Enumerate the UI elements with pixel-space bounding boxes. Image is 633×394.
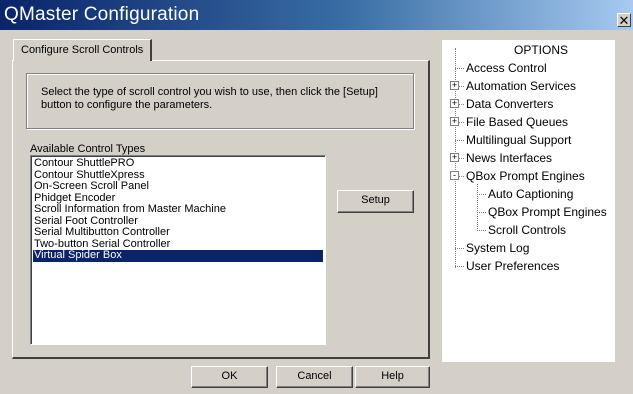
tree-item-label: Scroll Controls (488, 223, 567, 237)
tree-connector (477, 212, 486, 213)
expand-icon[interactable]: + (450, 99, 459, 108)
tree-item-label: QBox Prompt Engines (488, 205, 607, 219)
tree-item[interactable]: + Data Converters (442, 95, 615, 113)
expand-icon[interactable]: + (450, 81, 459, 90)
tree-item[interactable]: QBox Prompt Engines (442, 203, 615, 221)
expand-icon[interactable]: + (450, 117, 459, 126)
collapse-icon[interactable]: - (450, 171, 459, 180)
options-header: OPTIONS (514, 43, 569, 57)
tree-connector (455, 248, 464, 249)
cancel-button[interactable]: Cancel (276, 366, 353, 388)
tree-item[interactable]: Auto Captioning (442, 185, 615, 203)
tree-connector (455, 266, 464, 267)
help-button[interactable]: Help (355, 366, 430, 388)
list-label: Available Control Types (30, 143, 146, 155)
options-tree[interactable]: OPTIONS Access Control + Automation Servic… (442, 40, 615, 362)
tree-item[interactable]: Scroll Controls (442, 221, 615, 239)
instructions-box: Select the type of scroll control you wi… (26, 73, 414, 129)
title-bar[interactable]: QMaster Configuration ✕ (0, 0, 633, 30)
list-item[interactable]: Scroll Information from Master Machine (33, 203, 323, 216)
close-icon: ✕ (618, 13, 630, 28)
tree-item[interactable]: Multilingual Support (442, 131, 615, 149)
list-item[interactable]: Contour ShuttlePRO (33, 157, 323, 170)
tree-item[interactable]: - QBox Prompt Engines (442, 167, 615, 185)
tree-item-label: Multilingual Support (466, 133, 572, 147)
close-button[interactable]: ✕ (617, 13, 631, 27)
tree-item-label: System Log (466, 241, 530, 255)
tree-item-label: Auto Captioning (488, 187, 574, 201)
tree-item-label: Access Control (466, 61, 547, 75)
tree-connector (477, 194, 486, 195)
tree-item-label: Automation Services (466, 79, 577, 93)
tree-item[interactable]: User Preferences (442, 257, 615, 275)
list-item[interactable]: Serial Multibutton Controller (33, 226, 323, 239)
ok-button[interactable]: OK (191, 366, 268, 388)
tree-item-label: File Based Queues (466, 115, 569, 129)
instructions-text: Select the type of scroll control you wi… (41, 86, 378, 111)
tree-item[interactable]: + File Based Queues (442, 113, 615, 131)
tree-item-label: User Preferences (466, 259, 560, 273)
window-title: QMaster Configuration (4, 4, 200, 25)
expand-icon[interactable]: + (450, 153, 459, 162)
tree-item-label: News Interfaces (466, 151, 553, 165)
list-item[interactable]: On-Screen Scroll Panel (33, 180, 323, 193)
tree-item[interactable]: + Automation Services (442, 77, 615, 95)
tree-connector (455, 140, 464, 141)
control-types-listbox[interactable]: Contour ShuttlePRO Contour ShuttleXpress O… (30, 155, 326, 345)
tree-item-label: Data Converters (466, 97, 554, 111)
tab-configure-scroll-controls[interactable]: Configure Scroll Controls (13, 39, 153, 61)
list-item[interactable]: Virtual Spider Box (33, 249, 323, 262)
setup-button[interactable]: Setup (337, 190, 414, 213)
tree-connector (455, 68, 464, 69)
tree-item[interactable]: Access Control (442, 59, 615, 77)
tree-connector (477, 230, 486, 231)
tree-item[interactable]: + News Interfaces (442, 149, 615, 167)
tree-item-label: QBox Prompt Engines (466, 169, 585, 183)
tree-item[interactable]: System Log (442, 239, 615, 257)
